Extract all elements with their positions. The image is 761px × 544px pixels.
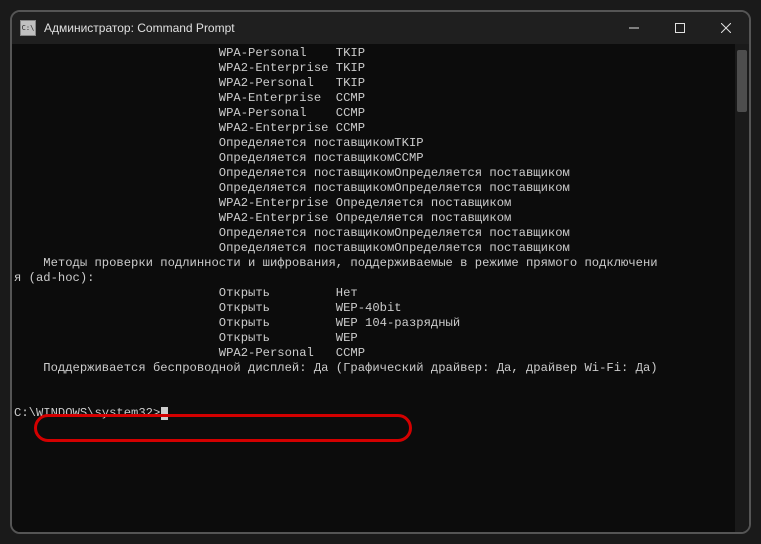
maximize-icon (675, 23, 685, 33)
terminal-line: WPA2-Enterprise CCMP (14, 121, 365, 135)
terminal-line: WPA2-Personal TKIP (14, 76, 365, 90)
cursor (161, 407, 168, 420)
terminal-line: WPA2-Enterprise Определяется поставщиком (14, 211, 511, 225)
terminal-line: Открыть WEP (14, 331, 358, 345)
terminal-line: WPA-Personal TKIP (14, 46, 365, 60)
terminal-line: Открыть WEP-40bit (14, 301, 402, 315)
terminal-line: WPA2-Personal CCMP (14, 346, 365, 360)
terminal-line: Определяется поставщикомCCMP (14, 151, 424, 165)
terminal-line: Открыть WEP 104-разрядный (14, 316, 460, 330)
terminal-line: WPA-Enterprise CCMP (14, 91, 365, 105)
prompt-line[interactable]: C:\WINDOWS\system32> (14, 406, 168, 420)
terminal-line: Определяется поставщикомОпределяется пос… (14, 166, 570, 180)
terminal-line: WPA2-Enterprise Определяется поставщиком (14, 196, 511, 210)
close-icon (721, 23, 731, 33)
window-title: Администратор: Command Prompt (44, 21, 235, 35)
close-button[interactable] (703, 12, 749, 44)
terminal-line: Открыть Нет (14, 286, 358, 300)
terminal-line: я (ad-hoc): (14, 271, 94, 285)
titlebar[interactable]: C:\ Администратор: Command Prompt (12, 12, 749, 44)
cmd-icon: C:\ (20, 20, 36, 36)
minimize-icon (629, 23, 639, 33)
terminal-line: WPA-Personal CCMP (14, 106, 365, 120)
terminal-line: Определяется поставщикомОпределяется пос… (14, 181, 570, 195)
terminal-output[interactable]: WPA-Personal TKIP WPA2-Enterprise TKIP W… (12, 44, 735, 532)
terminal-area: WPA-Personal TKIP WPA2-Enterprise TKIP W… (12, 44, 749, 532)
terminal-line: WPA2-Enterprise TKIP (14, 61, 365, 75)
scrollbar[interactable] (735, 44, 749, 532)
minimize-button[interactable] (611, 12, 657, 44)
terminal-line: Определяется поставщикомTKIP (14, 136, 424, 150)
window-frame: C:\ Администратор: Command Prompt WPA-Pe… (10, 10, 751, 534)
maximize-button[interactable] (657, 12, 703, 44)
terminal-line: Определяется поставщикомОпределяется пос… (14, 226, 570, 240)
terminal-line: Методы проверки подлинности и шифрования… (14, 256, 658, 270)
scrollbar-thumb[interactable] (737, 50, 747, 112)
terminal-line: Определяется поставщикомОпределяется пос… (14, 241, 570, 255)
terminal-line: Поддерживается беспроводной дисплей: Да … (14, 361, 658, 375)
